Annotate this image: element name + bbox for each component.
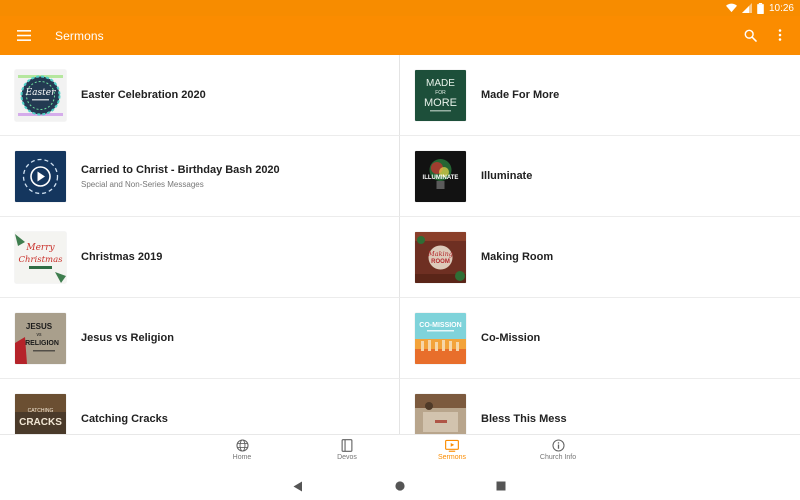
- nav-devos[interactable]: Devos: [317, 439, 377, 461]
- wifi-icon: [725, 3, 737, 13]
- sermon-title: Making Room: [481, 251, 554, 263]
- system-navigation-bar: [0, 471, 800, 500]
- sermon-title: Illuminate: [481, 170, 533, 182]
- thumb-illuminate-text: ILLUMINATE: [423, 175, 459, 181]
- thumb-comission-text: CO-MISSION: [419, 322, 461, 329]
- thumb-made-text: MADE: [426, 78, 455, 89]
- menu-icon[interactable]: [12, 24, 36, 48]
- sermon-title: Jesus vs Religion: [81, 332, 174, 344]
- sermon-title: Carried to Christ - Birthday Bash 2020: [81, 163, 280, 176]
- book-icon: [341, 439, 353, 452]
- sermon-item[interactable]: MADE FOR MORE Made For More: [400, 55, 800, 136]
- nav-sermons-label: Sermons: [437, 454, 466, 461]
- status-time: 10:26: [768, 2, 794, 14]
- thumb-for-text: FOR: [435, 90, 446, 96]
- thumb-cracks-text: CRACKS: [19, 417, 62, 428]
- sermon-thumbnail: JESUS vs RELIGION: [15, 312, 66, 364]
- sermon-item[interactable]: ILLUMINATE Illuminate: [400, 136, 800, 217]
- sermon-thumbnail: CO-MISSION: [415, 312, 466, 364]
- thumb-more-text: MORE: [424, 97, 457, 109]
- sermon-thumbnail: CATCHING CRACKS: [15, 393, 66, 434]
- bottom-navigation: Home Devos Sermons Church Info: [0, 434, 800, 471]
- globe-icon: [235, 439, 249, 452]
- more-options-icon[interactable]: [768, 23, 792, 47]
- sermon-title: Easter Celebration 2020: [81, 89, 206, 101]
- search-icon[interactable]: [738, 23, 762, 47]
- sermon-thumbnail: MADE FOR MORE: [415, 69, 466, 121]
- nav-sermons[interactable]: Sermons: [422, 439, 482, 461]
- sermon-item[interactable]: Easter Easter Celebration 2020: [0, 55, 400, 136]
- thumb-christmas-text: Christmas: [18, 255, 63, 265]
- sermon-thumbnail: Merry Christmas: [15, 231, 66, 283]
- sermon-title: Catching Cracks: [81, 413, 168, 425]
- thumb-easter-text: Easter: [25, 88, 56, 98]
- sermon-thumbnail: [415, 393, 466, 434]
- sermon-item[interactable]: Making ROOM Making Room: [400, 217, 800, 298]
- sermon-item[interactable]: CO-MISSION Co-Mission: [400, 298, 800, 379]
- sermon-thumbnail: [15, 150, 66, 202]
- sermon-thumbnail: Easter: [15, 69, 66, 121]
- thumb-vs-text: vs: [37, 332, 43, 338]
- thumb-catching-text: CATCHING: [28, 408, 54, 414]
- sermon-title: Christmas 2019: [81, 251, 163, 263]
- sermon-subtitle: Special and Non-Series Messages: [81, 179, 204, 189]
- app-bar: Sermons: [0, 16, 800, 55]
- sermon-title: Bless This Mess: [481, 413, 567, 425]
- sermon-item[interactable]: Merry Christmas Christmas 2019: [0, 217, 400, 298]
- sermon-title: Made For More: [481, 89, 560, 101]
- recents-square-icon[interactable]: [494, 479, 508, 493]
- sermon-item[interactable]: Carried to Christ - Birthday Bash 2020 S…: [0, 136, 400, 217]
- status-bar: 10:26: [0, 0, 800, 16]
- back-icon[interactable]: [291, 479, 305, 493]
- sermon-item[interactable]: Bless This Mess: [400, 379, 800, 434]
- sermon-list[interactable]: Easter Easter Celebration 2020 MADE FOR …: [0, 55, 800, 434]
- sermon-thumbnail: Making ROOM: [415, 231, 466, 283]
- status-icons: 10:26: [725, 1, 794, 15]
- thumb-making-text: Making: [427, 250, 453, 258]
- nav-church-info-label: Church Info: [539, 454, 577, 461]
- nav-church-info[interactable]: Church Info: [528, 439, 588, 461]
- nav-devos-label: Devos: [337, 454, 357, 461]
- home-circle-icon[interactable]: [393, 479, 407, 493]
- nav-home-label: Home: [232, 454, 252, 461]
- signal-icon: [741, 3, 752, 13]
- sermon-thumbnail: ILLUMINATE: [415, 150, 466, 202]
- video-icon: [445, 439, 459, 452]
- thumb-merry-text: Merry: [25, 243, 55, 253]
- thumb-jesus-text: JESUS: [26, 322, 53, 331]
- sermon-item[interactable]: JESUS vs RELIGION Jesus vs Religion: [0, 298, 400, 379]
- page-title: Sermons: [55, 28, 104, 43]
- sermon-title: Co-Mission: [481, 332, 541, 344]
- info-icon: [551, 439, 565, 452]
- nav-home[interactable]: Home: [212, 439, 272, 461]
- thumb-religion-text: RELIGION: [25, 340, 59, 347]
- battery-icon: [757, 2, 764, 14]
- thumb-room-text: ROOM: [431, 259, 450, 265]
- sermon-item[interactable]: CATCHING CRACKS Catching Cracks: [0, 379, 400, 434]
